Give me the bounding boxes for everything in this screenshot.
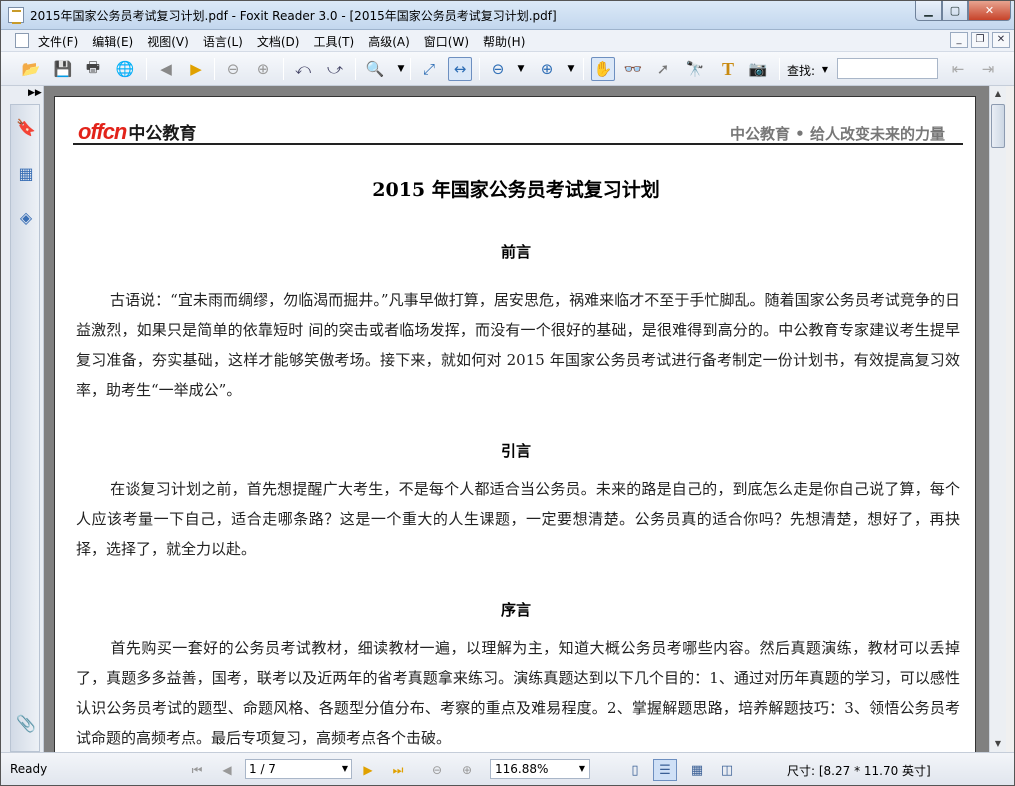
close-button[interactable]: ✕ (968, 1, 1011, 21)
bookmarks-icon[interactable]: 🔖 (15, 115, 37, 139)
facing-view-icon[interactable]: ▦ (685, 759, 709, 781)
menu-help[interactable]: 帮助(H) (483, 33, 525, 50)
continuous-view-icon[interactable]: ☰ (653, 759, 677, 781)
expand-panel-icon[interactable]: ▶▶ (28, 88, 42, 98)
fit-width-icon[interactable]: ↔ (448, 57, 472, 81)
logo-en: offcn (78, 119, 127, 144)
app-window: 2015年国家公务员考试复习计划.pdf - Foxit Reader 3.0 … (0, 0, 1015, 786)
header-rule (73, 143, 963, 145)
paragraph-text: 首先购买一套好的公务员考试教材，细读教材一遍，以理解为主，知道大概公务员考哪些内… (76, 639, 960, 747)
pdf-page: offcn 中公教育 中公教育 • 给人改变未来的力量 2015 年国家公务员考试… (54, 96, 976, 752)
zoom-select-dropdown-icon[interactable]: ▼ (579, 760, 585, 778)
menu-language[interactable]: 语言(L) (203, 33, 243, 50)
zoom-select[interactable]: 116.88% ▼ (490, 759, 590, 779)
fit-page-icon[interactable]: ⤢ (417, 57, 441, 81)
menu-advanced[interactable]: 高级(A) (368, 33, 410, 50)
find-dropdown-icon[interactable]: ▼ (819, 57, 831, 81)
next-page-status-icon[interactable]: ▶ (359, 761, 377, 779)
zoom-out-dropdown-icon[interactable]: ▼ (509, 57, 533, 81)
doc-restore-button[interactable]: ❐ (971, 32, 989, 48)
next-page-icon[interactable]: ▶ (184, 57, 208, 81)
logo-cn: 中公教育 (128, 124, 197, 143)
maximize-button[interactable]: ▢ (942, 1, 968, 21)
menu-tools[interactable]: 工具(T) (313, 33, 354, 50)
hand-tool-icon[interactable]: ✋ (591, 57, 615, 81)
menu-document[interactable]: 文档(D) (257, 33, 300, 50)
glasses-icon[interactable]: 👓 (621, 57, 645, 81)
scroll-thumb[interactable] (991, 104, 1005, 148)
open-folder-icon[interactable]: 📂 (19, 57, 43, 81)
offcn-logo: offcn 中公教育 (78, 119, 196, 145)
pages-thumbnail-icon[interactable]: ▦ (15, 161, 37, 185)
page-size: 尺寸: [8.27 * 11.70 英寸] (787, 764, 931, 778)
zoom-in-circle-icon[interactable]: ⊕ (535, 57, 559, 81)
menu-view[interactable]: 视图(V) (147, 33, 189, 50)
section-heading: 前言 (500, 243, 531, 261)
zoom-in-dropdown-icon[interactable]: ▼ (559, 57, 583, 81)
document-icon[interactable] (15, 33, 29, 48)
zoom-out-circle-icon[interactable]: ⊖ (486, 57, 510, 81)
side-panel: ▶▶ 🔖 ▦ ◈ 📎 (1, 86, 44, 752)
menu-bar: 文件(F) 编辑(E) 视图(V) 语言(L) 文档(D) 工具(T) 高级(A… (1, 30, 1014, 52)
scroll-up-icon[interactable]: ▲ (990, 86, 1006, 102)
find-label: 查找: (787, 64, 816, 78)
rotate-right-icon[interactable]: ⤻ (323, 57, 347, 81)
zoom-in-icon[interactable]: 🔍 (363, 57, 387, 81)
section-heading: 序言 (500, 601, 531, 619)
section-heading: 引言 (500, 442, 531, 460)
layers-icon[interactable]: ◈ (15, 205, 37, 229)
rotate-left-icon[interactable]: ⤺ (291, 57, 315, 81)
print-icon[interactable]: 🖶 (81, 57, 105, 81)
first-page-icon[interactable]: ⏮ (188, 761, 206, 779)
attachments-icon[interactable]: 📎 (15, 711, 37, 735)
page-dropdown-icon[interactable]: ▼ (342, 760, 348, 778)
minimize-button[interactable]: ▁ (915, 1, 942, 21)
foxit-app-icon[interactable] (8, 7, 24, 24)
page-number-input[interactable]: 1 / 7 ▼ (245, 759, 352, 779)
previous-page-icon[interactable]: ◀ (154, 57, 178, 81)
section-paragraph: 首先购买一套好的公务员考试教材，细读教材一遍，以理解为主，知道大概公务员考哪些内… (76, 633, 960, 752)
document-title: 2015 年国家公务员考试复习计划 (372, 179, 660, 201)
status-bar: Ready ⏮ ◀ 1 / 7 ▼ ▶ ⏭ ⊖ ⊕ 116.88% ▼ ▯ ☰ ▦ … (1, 752, 1014, 785)
continuous-facing-view-icon[interactable]: ◫ (715, 759, 739, 781)
menu-edit[interactable]: 编辑(E) (92, 33, 133, 50)
snapshot-icon[interactable]: 📷 (746, 57, 770, 81)
menu-file[interactable]: 文件(F) (38, 33, 78, 50)
single-page-view-icon[interactable]: ▯ (623, 759, 647, 781)
document-area[interactable]: offcn 中公教育 中公教育 • 给人改变未来的力量 2015 年国家公务员考试… (44, 86, 989, 752)
back-icon[interactable]: ⊖ (221, 57, 245, 81)
zoom-value: 116.88% (495, 762, 549, 776)
title-bar: 2015年国家公务员考试复习计划.pdf - Foxit Reader 3.0 … (1, 1, 1014, 30)
forward-view-icon[interactable]: ⊕ (458, 761, 476, 779)
header-slogan: 中公教育 • 给人改变未来的力量 (729, 125, 945, 143)
window-title: 2015年国家公务员考试复习计划.pdf - Foxit Reader 3.0 … (30, 9, 557, 23)
status-ready: Ready (10, 762, 48, 776)
toolbar: 📂 💾 🖶 🌐 ◀ ▶ ⊖ ⊕ ⤺ ⤻ 🔍 ▼ ⤢ ↔ ⊖ ▼ ⊕ ▼ ✋ 👓 … (1, 52, 1014, 86)
page-number: 1 / 7 (249, 762, 276, 776)
paragraph-text: 古语说：“宜未雨而绸缪，勿临渴而掘井。”凡事早做打算，居安思危，祸难来临才不至于… (76, 291, 960, 399)
vertical-scrollbar[interactable]: ▲ ▼ (989, 86, 1006, 752)
doc-minimize-button[interactable]: _ (950, 32, 968, 48)
find-previous-icon[interactable]: ⇤ (946, 57, 970, 81)
doc-close-button[interactable]: ✕ (992, 32, 1010, 48)
save-icon[interactable]: 💾 (51, 57, 75, 81)
forward-icon[interactable]: ⊕ (251, 57, 275, 81)
web-icon[interactable]: 🌐 (113, 57, 137, 81)
section-paragraph: 古语说：“宜未雨而绸缪，勿临渴而掘井。”凡事早做打算，居安思危，祸难来临才不至于… (76, 285, 960, 405)
select-cursor-icon[interactable]: ➚ (651, 57, 675, 81)
section-paragraph: 在谈复习计划之前，首先想提醒广大考生，不是每个人都适合当公务员。未来的路是自己的… (76, 474, 960, 564)
find-input[interactable] (837, 58, 938, 79)
find-next-icon[interactable]: ⇥ (976, 57, 1000, 81)
menu-window[interactable]: 窗口(W) (424, 33, 469, 50)
prev-page-icon[interactable]: ◀ (218, 761, 236, 779)
paragraph-text: 在谈复习计划之前，首先想提醒广大考生，不是每个人都适合当公务员。未来的路是自己的… (76, 480, 960, 558)
scroll-down-icon[interactable]: ▼ (990, 736, 1006, 752)
text-tool-icon[interactable]: T (716, 57, 740, 81)
back-view-icon[interactable]: ⊖ (428, 761, 446, 779)
last-page-icon[interactable]: ⏭ (389, 761, 407, 779)
binoculars-icon[interactable]: 🔭 (683, 57, 707, 81)
